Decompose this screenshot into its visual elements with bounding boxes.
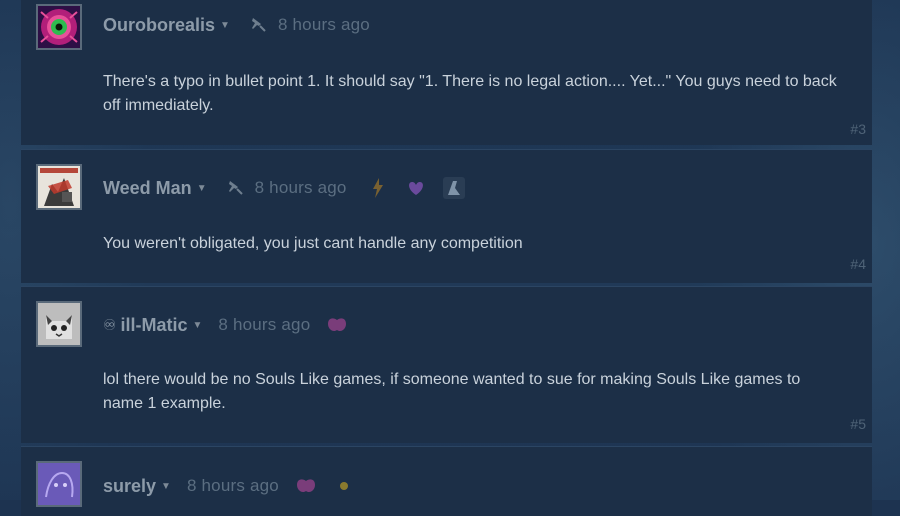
caret-down-icon[interactable]: ▼ [192,320,202,331]
avatar[interactable] [36,461,82,507]
comment-header: Ouroborealis ▼ 8 hours ago [103,12,370,38]
author-name[interactable]: Weed Man [103,178,192,199]
author-name[interactable]: ill-Matic [120,315,187,336]
heart-award-icon[interactable] [403,175,429,201]
lightning-award-icon[interactable] [365,175,391,201]
comment-card: Weed Man ▼ 8 hours ago You weren't oblig… [21,149,872,283]
comment-header: ♾ ill-Matic ▼ 8 hours ago [103,312,350,338]
comment-card: surely ▼ 8 hours ago [21,446,872,516]
timestamp: 8 hours ago [277,15,370,34]
comment-text: There's a typo in bullet point 1. It sho… [103,73,837,114]
caret-down-icon[interactable]: ▼ [220,20,230,31]
timestamp: 8 hours ago [254,178,347,197]
pin-icon [251,18,266,32]
friends-icon: ♾ [103,317,117,334]
gold-dot-award-icon[interactable] [331,473,357,499]
comment-card: Ouroborealis ▼ 8 hours ago There's a typ… [21,0,872,145]
comment-number[interactable]: #3 [850,121,866,137]
comment-number[interactable]: #5 [850,416,866,432]
pin-icon [228,181,243,195]
comment-card: ♾ ill-Matic ▼ 8 hours ago lol there woul… [21,286,872,443]
avatar[interactable] [36,301,82,347]
cat-avatar-image [38,303,80,345]
purple-blob-award-icon[interactable] [324,312,350,338]
comment-header: Weed Man ▼ 8 hours ago [103,175,467,201]
caret-down-icon[interactable]: ▼ [197,183,207,194]
comment-text: lol there would be no Souls Like games, … [103,371,801,412]
caret-down-icon[interactable]: ▼ [161,481,171,492]
author-name[interactable]: surely [103,476,156,497]
sketch-avatar-image [38,463,80,505]
green-eye-avatar-image [38,6,80,48]
poster-avatar-image [38,166,80,208]
comment-header: surely ▼ 8 hours ago [103,473,357,499]
purple-blob-award-icon[interactable] [293,473,319,499]
timestamp: 8 hours ago [186,476,279,495]
letter-award-icon[interactable] [441,175,467,201]
comment-text: You weren't obligated, you just cant han… [103,235,523,252]
comment-number[interactable]: #4 [850,256,866,272]
timestamp: 8 hours ago [218,315,311,334]
author-name[interactable]: Ouroborealis [103,15,215,36]
avatar[interactable] [36,164,82,210]
avatar[interactable] [36,4,82,50]
